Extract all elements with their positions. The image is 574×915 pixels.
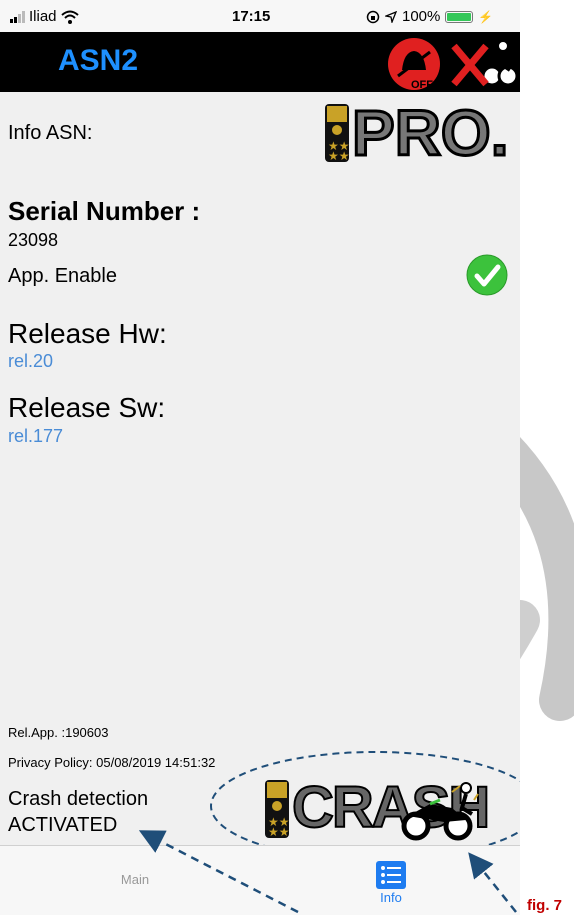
rel-app-text: Rel.App. :190603 [8, 725, 109, 740]
rank-insignia-icon: ★★ ★★ [325, 104, 350, 162]
tab-main-label: Main [120, 872, 150, 887]
status-right-group: 100% ⚡ [366, 8, 493, 25]
figure-label: fig. 7 [527, 897, 563, 914]
location-icon [385, 10, 397, 23]
crash-disabled-icon[interactable] [448, 36, 518, 92]
carrier-group: Iliad [10, 8, 79, 25]
rotation-lock-icon [366, 10, 380, 23]
status-time: 17:15 [232, 8, 271, 25]
carrier-name: Iliad [29, 8, 57, 25]
serial-number-heading: Serial Number : [8, 196, 201, 226]
tab-info[interactable]: Info [346, 860, 436, 905]
release-hw-value: rel.20 [8, 351, 54, 371]
nav-bar: ASN2 OFF [0, 32, 520, 92]
charging-icon: ⚡ [478, 9, 494, 24]
release-hw-heading: Release Hw: [8, 318, 167, 349]
list-icon [376, 861, 406, 889]
battery-fill [447, 12, 472, 21]
pro-badge-text: PRO. [350, 96, 509, 171]
privacy-policy-text: Privacy Policy: 05/08/2019 14:51:32 [8, 755, 216, 770]
crash-detection-label: Crash detection [8, 788, 149, 810]
release-sw-heading: Release Sw: [8, 392, 166, 423]
battery-icon [445, 10, 474, 23]
off-badge-text: OFF [411, 79, 433, 91]
serial-number-value: 23098 [8, 230, 59, 250]
crash-detection-status: ACTIVATED [8, 814, 118, 836]
tab-bar: Main Info [0, 845, 520, 915]
alarm-off-icon[interactable]: OFF [386, 36, 442, 92]
info-content: Info ASN: ★★ ★★ PRO. Serial Number : 230… [0, 92, 520, 844]
tab-main[interactable]: Main [90, 872, 180, 887]
info-asn-label: Info ASN: [8, 122, 93, 144]
battery-percent: 100% [402, 8, 441, 25]
phone-screen: Iliad 17:15 100% ⚡ ASN2 OFF Info ASN: ★★… [0, 0, 520, 915]
signal-icon [10, 10, 25, 23]
checkmark-icon [466, 254, 508, 296]
app-title: ASN2 [58, 44, 139, 77]
release-sw-value: rel.177 [8, 426, 64, 446]
wifi-icon [60, 10, 79, 24]
status-bar: Iliad 17:15 100% ⚡ [0, 0, 520, 32]
svg-text:★★: ★★ [328, 149, 350, 162]
app-enable-label: App. Enable [8, 265, 117, 287]
tab-info-label: Info [380, 890, 402, 905]
